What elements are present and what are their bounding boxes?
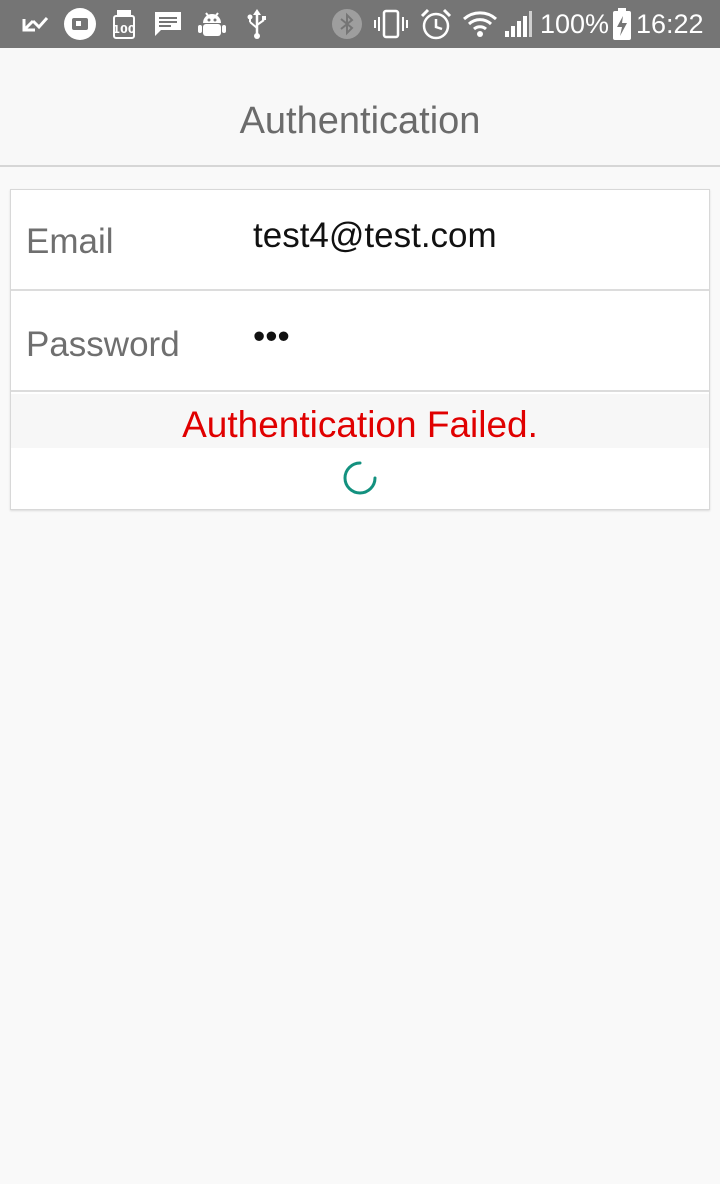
login-form-card: Email test4@test.com Password ••• Authen… [10,189,710,510]
password-row[interactable]: Password ••• [11,291,709,392]
vibrate-icon [372,0,410,48]
loading-area [11,448,709,509]
android-debug-icon [196,0,228,48]
battery-percent: 100% [540,9,610,39]
email-row[interactable]: Email test4@test.com [11,190,709,291]
password-label: Password [26,325,180,364]
message-icon [152,0,184,48]
status-time: 16:22 [636,9,704,39]
email-field[interactable]: test4@test.com [253,216,497,256]
signal-icon [502,0,534,48]
email-label: Email [26,222,114,261]
loading-spinner-icon [343,461,377,495]
password-field[interactable]: ••• [253,317,290,357]
error-message: Authentication Failed. [182,404,538,445]
app-header: Authentication [0,48,720,167]
alarm-icon [418,0,454,48]
error-banner: Authentication Failed. [11,394,709,448]
status-bar: 100 100% 16:22 [0,0,720,48]
svg-text:100: 100 [113,23,136,36]
app-badge-icon [62,0,98,48]
page-title: Authentication [239,100,481,142]
storage-100-icon: 100 [110,0,138,48]
bluetooth-icon [330,0,364,48]
usb-icon [244,0,270,48]
wifi-icon [462,0,498,48]
missed-call-icon [20,0,50,48]
battery-charging-icon [610,0,634,48]
